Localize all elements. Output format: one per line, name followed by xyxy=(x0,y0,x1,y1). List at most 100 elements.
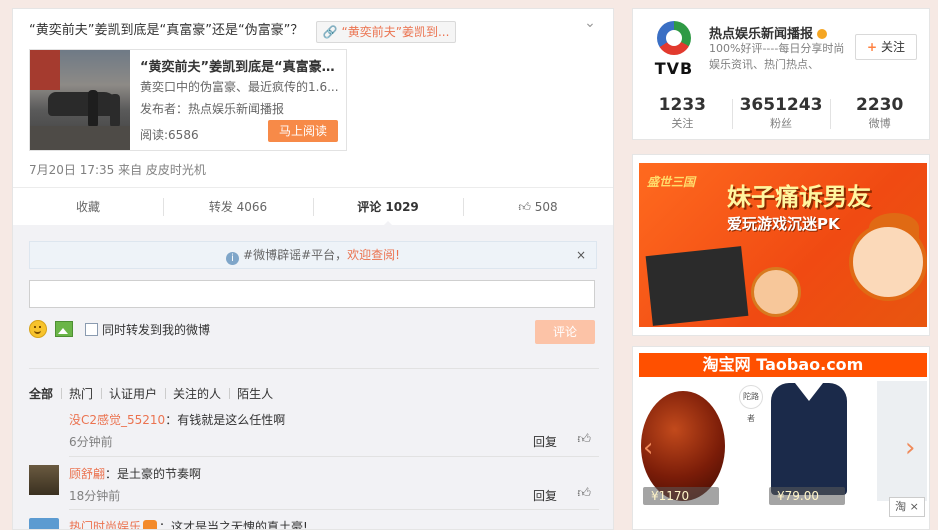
notice-text: #微博辟谣#平台， xyxy=(243,248,348,262)
chevron-left-icon[interactable]: ‹ xyxy=(643,433,653,463)
tab-strangers[interactable]: 陌生人 xyxy=(229,385,281,402)
chevron-down-icon[interactable]: ⌄ xyxy=(581,15,599,33)
price-tag: ¥1170 xyxy=(643,487,719,505)
girl-illustration xyxy=(849,223,927,301)
reply-button[interactable]: 回复 xyxy=(533,433,557,450)
plus-icon: + xyxy=(866,40,878,54)
thumbs-up-icon[interactable]: 👍︎ xyxy=(577,486,591,501)
read-now-button[interactable]: 马上阅读 xyxy=(268,120,338,142)
stat-number: 1233 xyxy=(658,95,706,115)
ad-title: 妹子痛诉男友 xyxy=(727,183,871,211)
taobao-header[interactable]: 淘宝网 Taobao.com xyxy=(639,353,927,377)
avatar[interactable] xyxy=(29,518,59,529)
game-logo: 盛世三国 xyxy=(647,175,696,189)
taobao-ad[interactable]: 淘宝网 Taobao.com 陀路者 ¥1170 ¥79.00 ‹ › 淘 × xyxy=(632,346,930,530)
stat-label: 微博 xyxy=(868,117,891,130)
taobao-carousel: 陀路者 ¥1170 ¥79.00 ‹ › 淘 × xyxy=(639,377,927,527)
profile-name-text: 热点娱乐新闻播报 xyxy=(709,27,814,42)
paperclip-icon: 🔗 xyxy=(322,25,338,39)
ad-close-badge[interactable]: 淘 × xyxy=(889,497,925,517)
weibo-post-card: “黄奕前夫”姜凯到底是“真富豪”还是“伪富豪”？ 🔗 “黄奕前夫”姜凯到... ⌄… xyxy=(12,8,614,530)
tab-following[interactable]: 关注的人 xyxy=(165,385,229,402)
article-publisher: 发布者：热点娱乐新闻播报 xyxy=(140,102,285,116)
notice-link[interactable]: 欢迎查阅 xyxy=(347,248,395,262)
comment-tools: 同时转发到我的微博 xyxy=(29,319,210,339)
article-link-chip[interactable]: 🔗 “黄奕前夫”姜凯到... xyxy=(315,21,457,43)
like-button[interactable]: 👍︎ 508 xyxy=(463,188,613,226)
favorite-button[interactable]: 收藏 xyxy=(13,188,163,226)
logo-text: TVB xyxy=(654,59,694,78)
stat-posts[interactable]: 2230 微博 xyxy=(830,95,929,131)
emoji-icon[interactable] xyxy=(29,320,47,338)
post-action-bar: 收藏 转发 4066 评论 1029 👍︎ 508 xyxy=(13,187,613,227)
game-ad-banner[interactable]: 盛世三国 妹子痛诉男友 爱玩游戏沉迷PK xyxy=(639,163,927,327)
post-meta: 7月20日 17:35 来自 皮皮时光机 xyxy=(29,163,206,177)
reply-button[interactable]: 回复 xyxy=(533,487,557,504)
comment-text: ：是土豪的节奏啊 xyxy=(105,467,202,481)
repost-button[interactable]: 转发 4066 xyxy=(163,188,313,226)
article-description: 黄奕口中的伪富豪、最近疯传的1.6... xyxy=(140,80,339,94)
comment-text: ：有钱就是这么任性啊 xyxy=(165,413,286,427)
stat-fans[interactable]: 3651243 粉丝 xyxy=(731,95,831,131)
avatar[interactable] xyxy=(29,465,59,495)
article-thumbnail xyxy=(30,50,130,150)
tvb-logo[interactable]: TVB xyxy=(651,21,697,81)
tvb-rings-icon xyxy=(657,21,691,55)
tab-all[interactable]: 全部 xyxy=(29,385,61,402)
comment-body: 没C2感觉_55210：有钱就是这么任性啊 xyxy=(69,411,589,428)
comment-text: ：这才是当之无愧的真土豪! xyxy=(159,520,308,530)
divider xyxy=(69,509,599,510)
rumor-notice-bar: i #微博辟谣#平台，欢迎查阅! × xyxy=(29,241,597,269)
product-bead-image[interactable] xyxy=(641,391,725,501)
follow-button[interactable]: + 关注 xyxy=(855,34,917,60)
article-card[interactable]: “黄奕前夫”姜凯到底是“真富豪”... 黄奕口中的伪富豪、最近疯传的1.6...… xyxy=(29,49,347,151)
stat-following[interactable]: 1233 关注 xyxy=(633,95,732,131)
info-icon: i xyxy=(226,252,240,265)
profile-name[interactable]: 热点娱乐新闻播报 xyxy=(709,23,828,42)
comment-button[interactable]: 评论 1029 xyxy=(313,188,463,227)
vip-icon xyxy=(143,520,158,529)
stat-number: 2230 xyxy=(856,95,904,115)
tab-hot[interactable]: 热门 xyxy=(61,385,101,402)
submit-comment-button[interactable]: 评论 xyxy=(535,320,595,344)
link-chip-label: “黄奕前夫”姜凯到... xyxy=(341,25,450,39)
post-body: “黄奕前夫”姜凯到底是“真富豪”还是“伪富豪”？ xyxy=(29,23,304,38)
thumbs-up-icon: 👍︎ xyxy=(518,200,531,214)
comment-username[interactable]: 顾舒翩 xyxy=(69,467,105,481)
notice-exclamation: ! xyxy=(395,248,400,262)
repost-checkbox[interactable] xyxy=(85,322,98,336)
chevron-right-icon[interactable]: › xyxy=(905,433,915,463)
like-count: 508 xyxy=(534,200,558,214)
profile-stats: 1233 关注 3651243 粉丝 2230 微博 xyxy=(633,95,929,131)
thumbs-up-icon[interactable]: 👍︎ xyxy=(577,432,591,447)
comment-section: i #微博辟谣#平台，欢迎查阅! × 同时转发到我的微博 评论 全部 热门 认证用… xyxy=(13,225,613,530)
profile-description: 100%好评----每日分享时尚娱乐资讯、热门热点、 xyxy=(709,42,845,71)
product-shirt-image[interactable] xyxy=(877,381,927,501)
article-title[interactable]: “黄奕前夫”姜凯到底是“真富豪”... xyxy=(140,56,340,75)
close-icon[interactable]: × xyxy=(576,242,586,268)
brand-tag: 陀路者 xyxy=(739,385,763,423)
article-read-count: 阅读:6586 xyxy=(140,128,199,142)
monitor-illustration xyxy=(645,246,749,326)
comment-input[interactable] xyxy=(29,280,595,308)
comment-username[interactable]: 热门时尚娱乐 xyxy=(69,520,141,529)
repost-checkbox-label: 同时转发到我的微博 xyxy=(102,322,211,337)
comment-time: 18分钟前 xyxy=(69,489,121,503)
comment-body: 顾舒翩：是土豪的节奏啊 xyxy=(69,465,589,482)
comment-time: 6分钟前 xyxy=(69,435,113,449)
divider xyxy=(69,456,599,457)
post-text: “黄奕前夫”姜凯到底是“真富豪”还是“伪富豪”？ 🔗 “黄奕前夫”姜凯到... xyxy=(29,21,549,43)
stat-label: 关注 xyxy=(671,117,694,130)
stat-label: 粉丝 xyxy=(770,117,792,130)
image-icon[interactable] xyxy=(55,321,73,337)
verified-badge-icon xyxy=(817,29,828,39)
comment-body: 热门时尚娱乐 ：这才是当之无愧的真土豪! xyxy=(69,518,589,530)
ad-subtitle: 爱玩游戏沉迷PK xyxy=(727,215,840,233)
follow-label: 关注 xyxy=(881,40,906,54)
comment-filter-tabs: 全部 热门 认证用户 关注的人 陌生人 xyxy=(29,368,599,402)
profile-card: TVB 热点娱乐新闻播报 100%好评----每日分享时尚娱乐资讯、热门热点、 … xyxy=(632,8,930,140)
tab-verified[interactable]: 认证用户 xyxy=(101,385,165,402)
game-ad[interactable]: 盛世三国 妹子痛诉男友 爱玩游戏沉迷PK xyxy=(632,154,930,336)
price-tag: ¥79.00 xyxy=(769,487,845,505)
comment-username[interactable]: 没C2感觉_55210 xyxy=(69,413,165,427)
